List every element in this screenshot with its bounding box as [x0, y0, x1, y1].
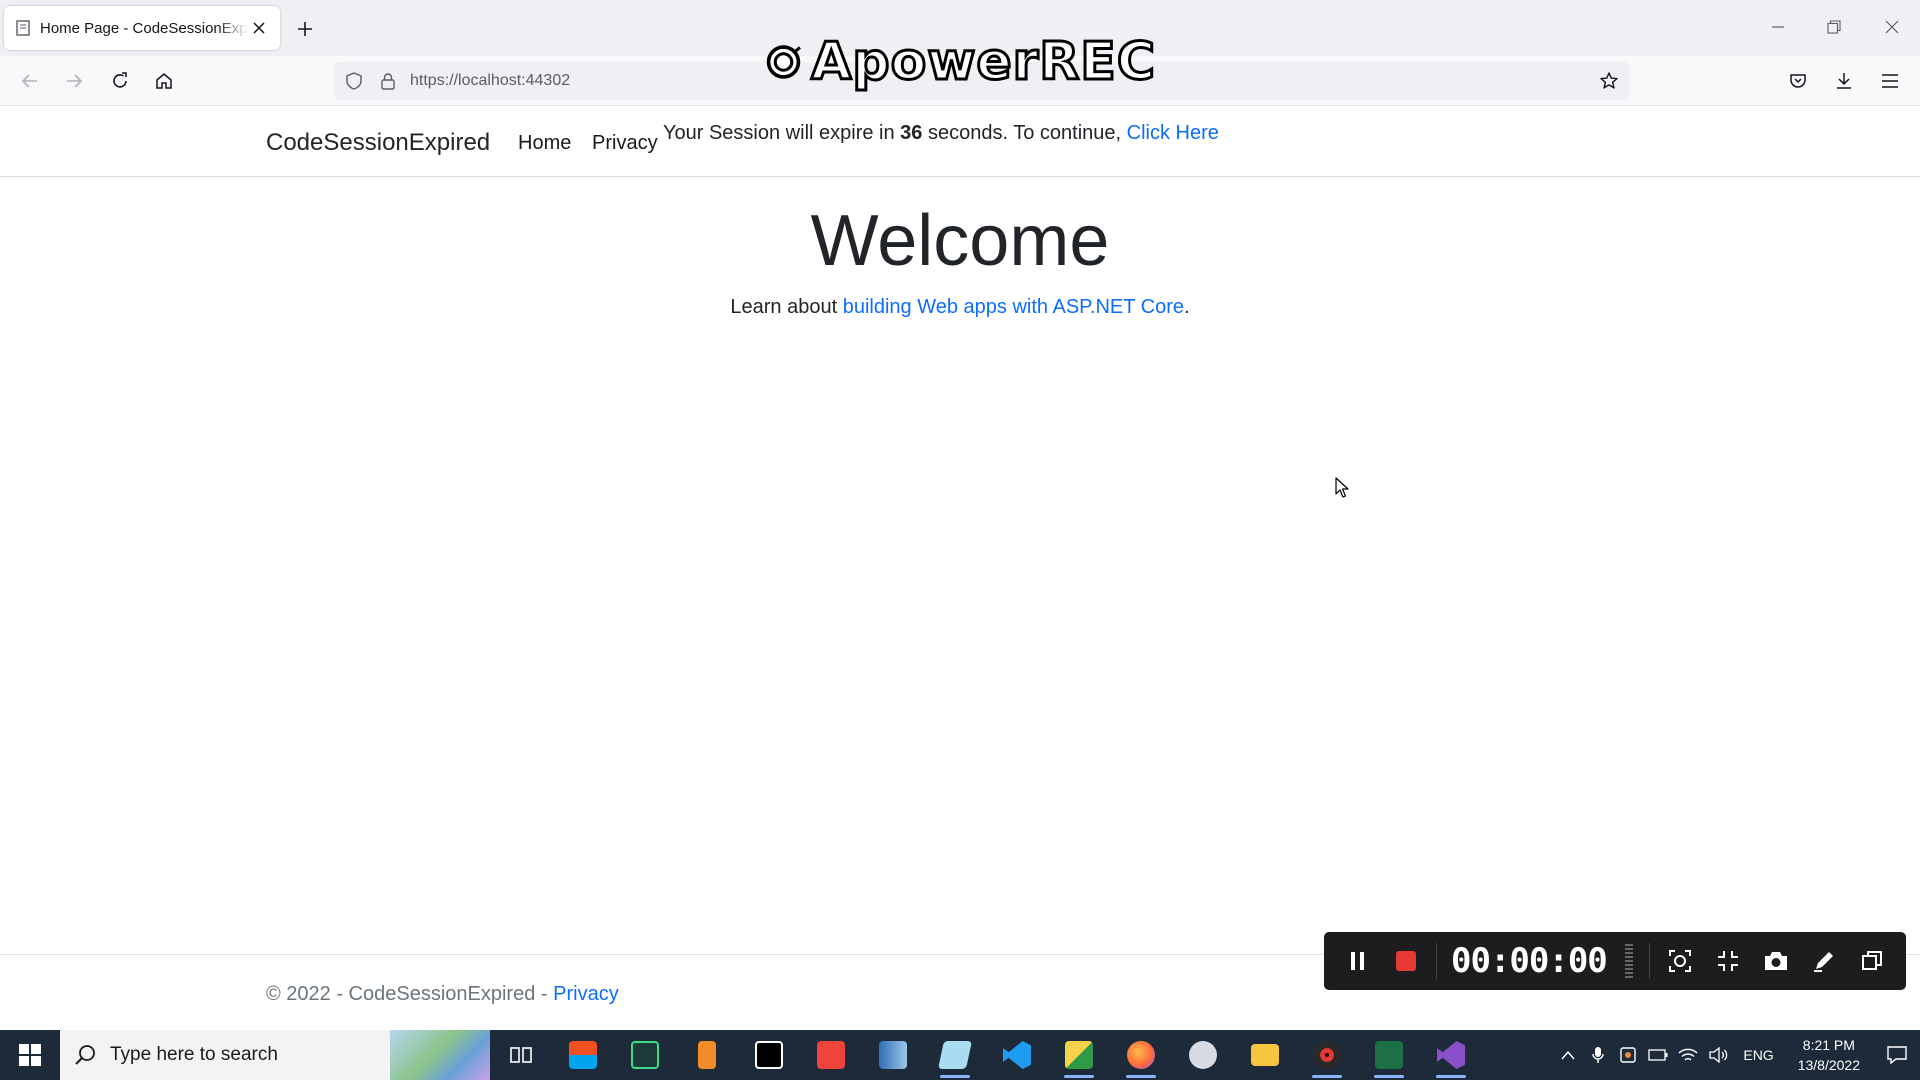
download-icon[interactable] [1828, 65, 1860, 97]
search-highlight-image [390, 1030, 490, 1080]
sticky-notes-icon[interactable] [1048, 1030, 1110, 1080]
apowerrec-icon[interactable] [1296, 1030, 1358, 1080]
volume-icon[interactable] [1703, 1030, 1733, 1080]
annotate-pen-icon[interactable] [1800, 932, 1848, 990]
tray-app-icon[interactable] [1613, 1030, 1643, 1080]
new-tab-icon[interactable] [292, 16, 318, 42]
address-bar[interactable]: https://localhost:44302 [334, 62, 1630, 100]
vscode-icon[interactable] [986, 1030, 1048, 1080]
reload-icon[interactable] [104, 65, 136, 97]
footer-text: © 2022 - CodeSessionExpired - Privacy [266, 983, 619, 1006]
inkscape-icon[interactable] [738, 1030, 800, 1080]
mouse-cursor-icon [1335, 477, 1349, 498]
aspnet-docs-link[interactable]: building Web apps with ASP.NET Core [843, 296, 1184, 318]
document-app-icon[interactable] [862, 1030, 924, 1080]
pocket-icon[interactable] [1782, 65, 1814, 97]
toolbar-window-icon[interactable] [1848, 932, 1896, 990]
orange-app-icon[interactable] [676, 1030, 738, 1080]
paint-icon[interactable] [1172, 1030, 1234, 1080]
page-icon [14, 19, 32, 37]
clock-date: 13/8/2022 [1797, 1057, 1860, 1073]
search-icon [75, 1045, 95, 1065]
pause-icon[interactable] [1334, 932, 1382, 990]
excel-icon[interactable] [1358, 1030, 1420, 1080]
nav-privacy-link[interactable]: Privacy [592, 132, 658, 155]
session-expiry-message: Your Session will expire in 36 seconds. … [663, 122, 1219, 145]
browser-tab-bar: Home Page - CodeSessionExpired [0, 0, 1920, 56]
session-prefix: Your Session will expire in [663, 122, 895, 144]
menu-icon[interactable] [1874, 65, 1906, 97]
browser-tab[interactable]: Home Page - CodeSessionExpired [4, 6, 280, 50]
notification-icon[interactable] [1874, 1030, 1920, 1080]
microphone-icon[interactable] [1583, 1030, 1613, 1080]
forward-icon[interactable] [58, 65, 90, 97]
lead-suffix: . [1184, 296, 1190, 318]
site-brand[interactable]: CodeSessionExpired [266, 129, 490, 157]
footer-privacy-link[interactable]: Privacy [553, 983, 619, 1005]
anydesk-icon[interactable] [800, 1030, 862, 1080]
url-text: https://localhost:44302 [410, 72, 571, 89]
android-studio-icon[interactable] [614, 1030, 676, 1080]
wifi-icon[interactable] [1673, 1030, 1703, 1080]
input-language[interactable]: ENG [1733, 1047, 1783, 1063]
taskbar-search-box[interactable]: Type here to search [60, 1030, 490, 1080]
microsoft-store-icon[interactable] [552, 1030, 614, 1080]
session-seconds: 36 [900, 122, 923, 144]
toolbar-divider [1436, 943, 1437, 979]
drag-handle[interactable] [1624, 944, 1633, 978]
home-icon[interactable] [148, 65, 180, 97]
session-continue-link[interactable]: Click Here [1127, 122, 1219, 144]
stop-record-icon[interactable] [1382, 932, 1430, 990]
firefox-icon[interactable] [1110, 1030, 1172, 1080]
notepad-icon[interactable] [924, 1030, 986, 1080]
visual-studio-icon[interactable] [1420, 1030, 1482, 1080]
chevron-up-icon[interactable] [1553, 1030, 1583, 1080]
recording-timer: 00:00:00 [1451, 941, 1608, 981]
close-window-icon[interactable] [1872, 10, 1912, 44]
battery-icon[interactable] [1643, 1030, 1673, 1080]
back-icon[interactable] [14, 65, 46, 97]
close-tab-icon[interactable] [248, 17, 270, 39]
page-title: Welcome [810, 201, 1110, 281]
task-view-icon[interactable] [490, 1030, 552, 1080]
minimize-icon[interactable] [1758, 10, 1798, 44]
browser-toolbar: https://localhost:44302 [0, 56, 1920, 106]
file-explorer-icon[interactable] [1234, 1030, 1296, 1080]
recording-toolbar: 00:00:00 [1324, 932, 1906, 990]
camera-icon[interactable] [1752, 932, 1800, 990]
restore-icon[interactable] [1814, 10, 1854, 44]
welcome-lead: Learn about building Web apps with ASP.N… [0, 296, 1920, 319]
footer-copyright: © 2022 - CodeSessionExpired - [266, 983, 548, 1005]
lock-icon[interactable] [378, 71, 398, 91]
search-placeholder: Type here to search [110, 1044, 278, 1065]
clock-time: 8:21 PM [1802, 1037, 1855, 1053]
nav-home-link[interactable]: Home [518, 132, 571, 155]
shield-icon[interactable] [344, 71, 364, 91]
bookmark-star-icon[interactable] [1596, 68, 1622, 94]
toolbar-divider [1648, 943, 1650, 979]
windows-start-icon[interactable] [0, 1030, 60, 1080]
lead-prefix: Learn about [730, 296, 838, 318]
system-tray: ENG 8:21 PM 13/8/2022 [1553, 1030, 1920, 1080]
region-capture-icon[interactable] [1656, 932, 1704, 990]
tab-title: Home Page - CodeSessionExpired [40, 19, 248, 37]
fullscreen-exit-icon[interactable] [1704, 932, 1752, 990]
windows-taskbar: Type here to search ENG 8:21 PM 13/8/202… [0, 1030, 1920, 1080]
site-header: CodeSessionExpired Home Privacy Your Ses… [0, 107, 1920, 177]
taskbar-clock[interactable]: 8:21 PM 13/8/2022 [1784, 1035, 1874, 1075]
session-middle: seconds. To continue, [927, 122, 1122, 144]
